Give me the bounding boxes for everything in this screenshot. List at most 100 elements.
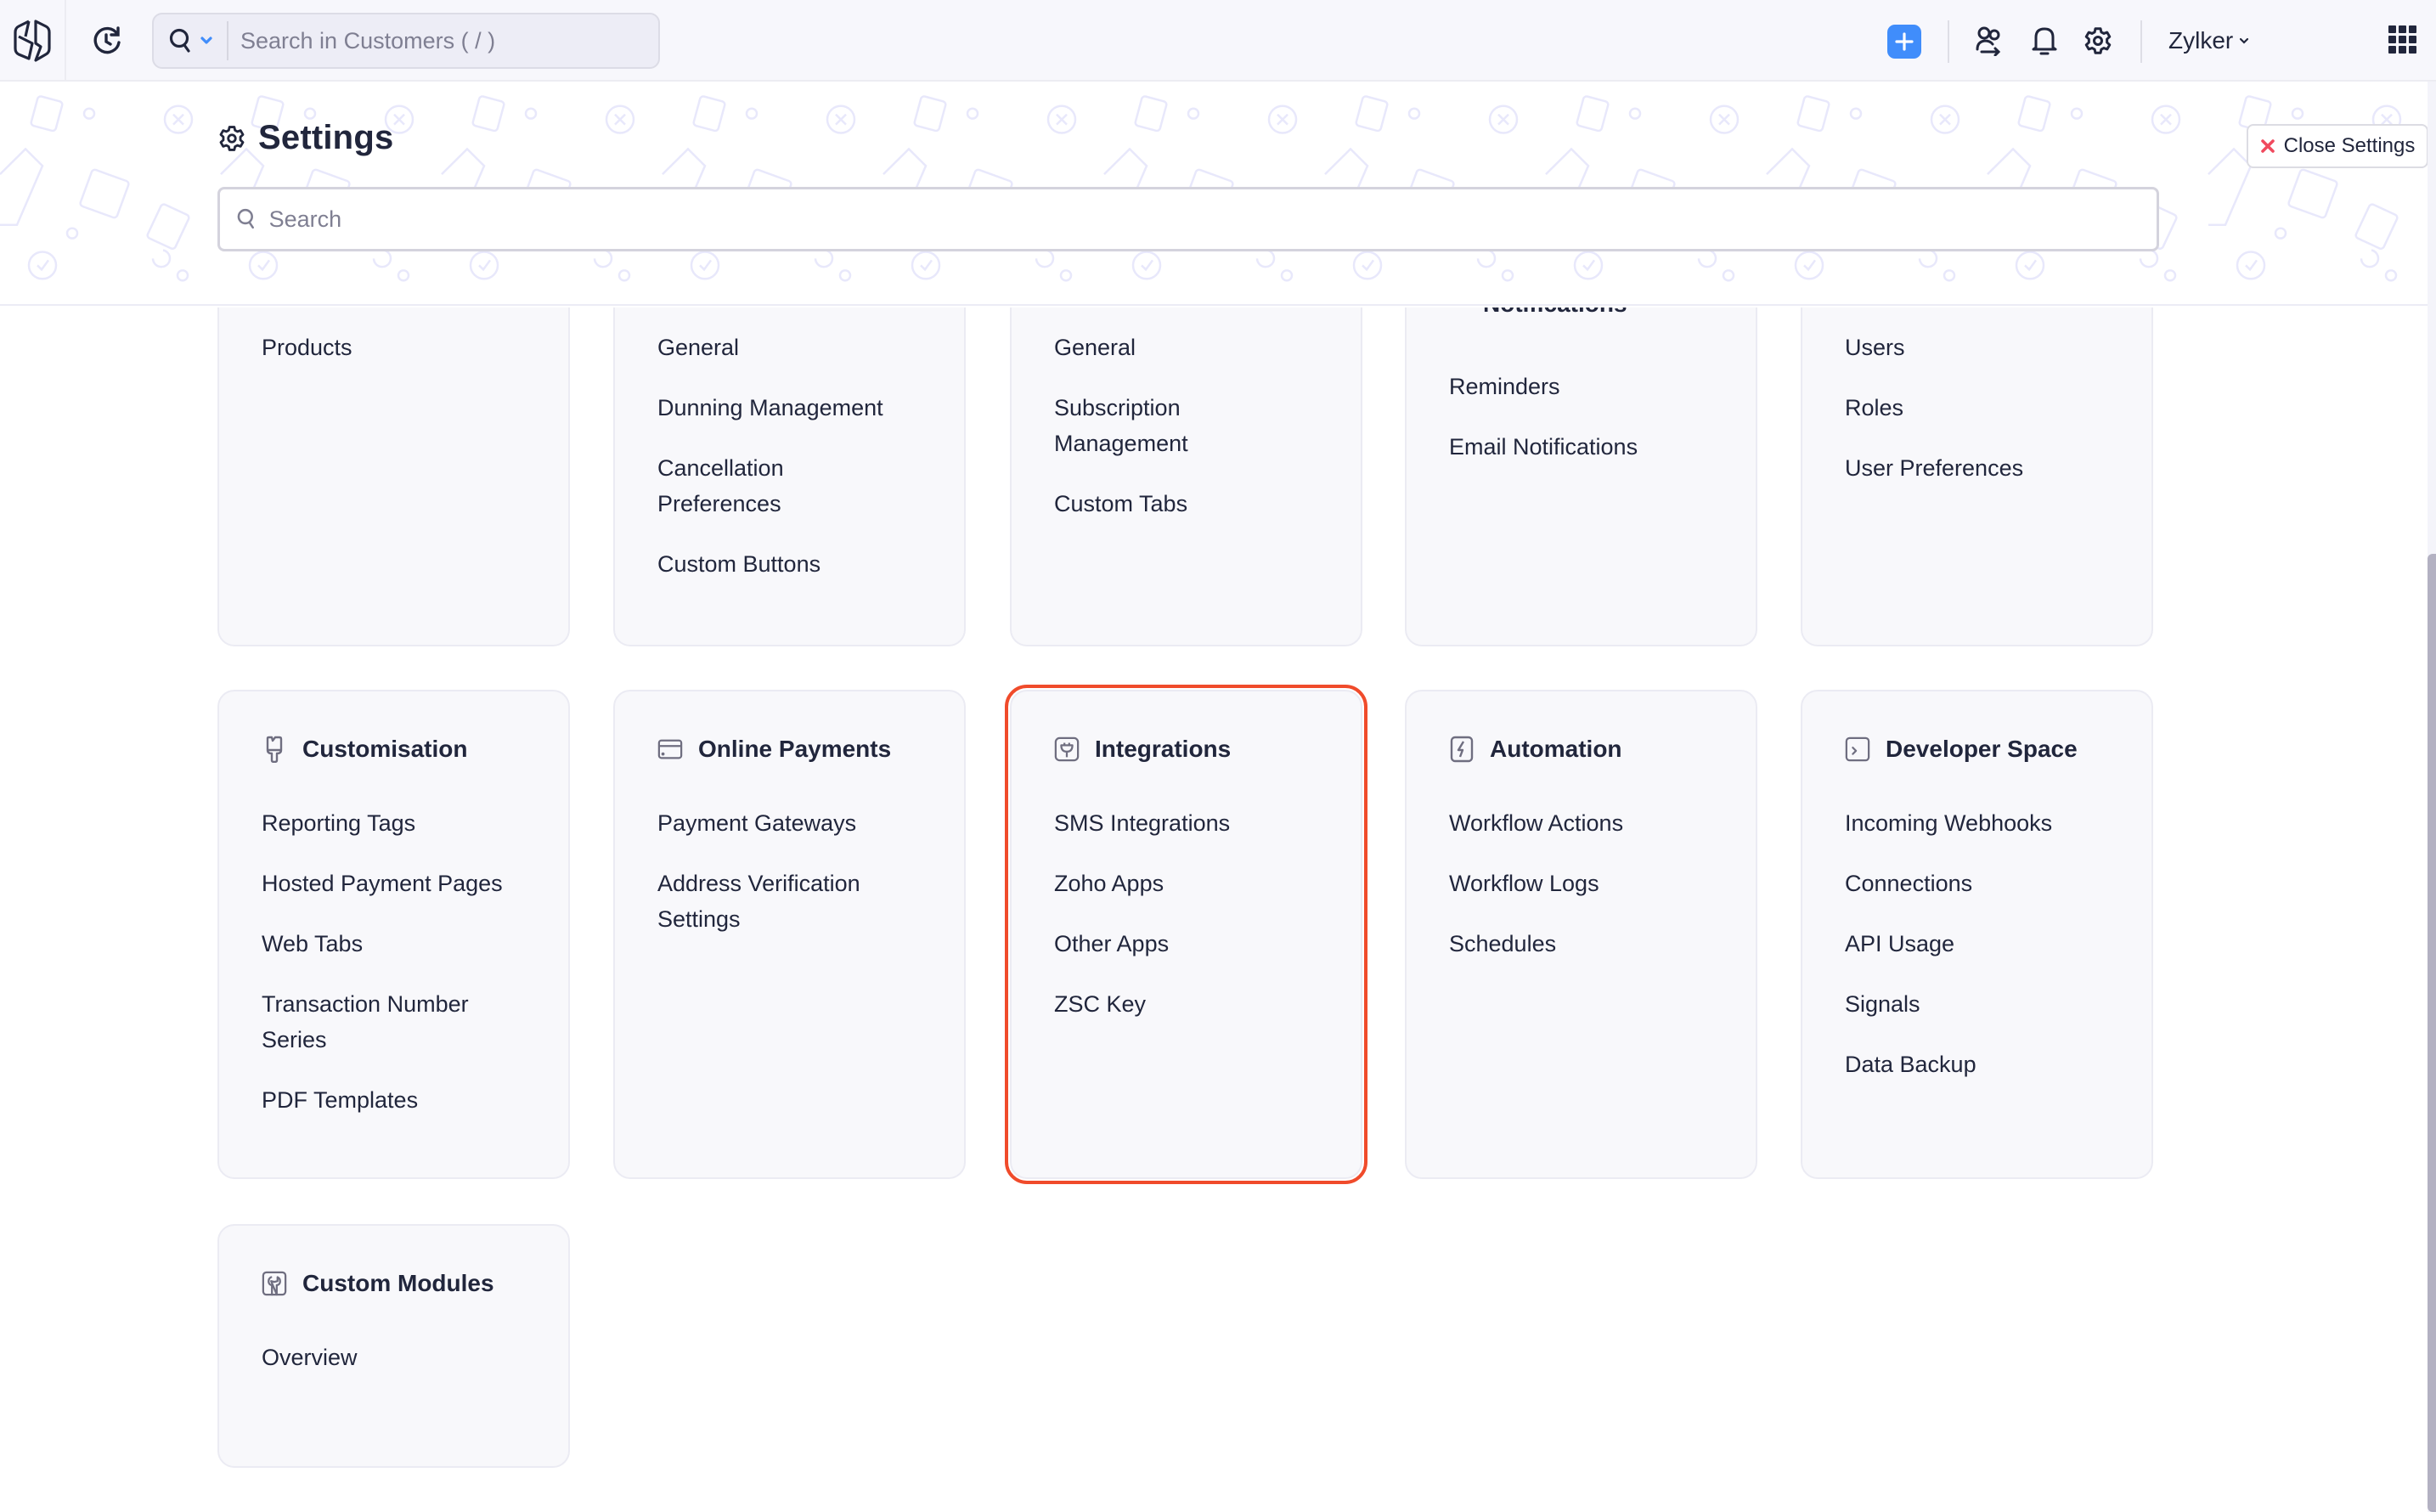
settings-link-email-notifications[interactable]: Email Notifications: [1449, 429, 1730, 465]
lightning-icon: [1449, 736, 1475, 763]
settings-link-signals[interactable]: Signals: [1845, 986, 2126, 1022]
settings-link-pdf-templates[interactable]: PDF Templates: [262, 1082, 543, 1118]
wrench-icon: [262, 1271, 287, 1296]
settings-link-reminders[interactable]: Reminders: [1449, 369, 1730, 404]
settings-link-workflow-logs[interactable]: Workflow Logs: [1449, 866, 1730, 901]
notifications-button[interactable]: [2027, 24, 2061, 58]
settings-card-items: Incoming Webhooks Connections API Usage …: [1845, 805, 2126, 1107]
settings-link-address-verification-settings[interactable]: Address Verification Settings: [657, 866, 895, 937]
settings-card-customisation: Customisation Reporting Tags Hosted Paym…: [217, 690, 570, 1179]
settings-card-heading: Customisation: [302, 736, 468, 762]
global-search-input[interactable]: [228, 27, 658, 54]
scrollbar-thumb[interactable]: [2428, 553, 2436, 1512]
search-icon: [237, 208, 254, 229]
settings-link-dunning-management[interactable]: Dunning Management: [657, 390, 939, 426]
settings-card-header: Developer Space: [1845, 736, 2078, 763]
organization-switcher[interactable]: Zylker: [2168, 24, 2250, 58]
settings-card-header: Automation: [1449, 736, 1622, 763]
settings-link-general[interactable]: General: [1054, 330, 1335, 365]
close-settings-button[interactable]: Close Settings: [2247, 124, 2428, 168]
settings-link-custom-buttons[interactable]: Custom Buttons: [657, 546, 939, 582]
settings-card: Products: [217, 307, 570, 646]
settings-link-data-backup[interactable]: Data Backup: [1845, 1047, 2126, 1082]
chevron-down-icon: [2240, 37, 2249, 44]
settings-card-heading: Online Payments: [698, 736, 892, 762]
settings-link-connections[interactable]: Connections: [1845, 866, 2126, 901]
settings-card-heading: Notifications: [1483, 307, 1627, 318]
settings-card-items: Reporting Tags Hosted Payment Pages Web …: [262, 805, 543, 1142]
settings-card-items: Workflow Actions Workflow Logs Schedules: [1449, 805, 1730, 986]
settings-card-developer-space: Developer Space Incoming Webhooks Connec…: [1801, 690, 2153, 1179]
page-scrollbar[interactable]: [2428, 82, 2436, 1512]
settings-card: Users Roles User Preferences: [1801, 307, 2153, 646]
settings-link-users[interactable]: Users: [1845, 330, 2126, 365]
team-icon: [1976, 26, 2001, 56]
settings-card-items: Payment Gateways Address Verification Se…: [657, 805, 939, 962]
settings-link-payment-gateways[interactable]: Payment Gateways: [657, 805, 939, 841]
quick-create-button[interactable]: [1887, 25, 1921, 59]
divider: [2140, 20, 2142, 63]
bell-icon: [2032, 27, 2057, 55]
settings-card-items: Products: [262, 330, 543, 390]
settings-card-automation: Automation Workflow Actions Workflow Log…: [1405, 690, 1757, 1179]
recent-history-button[interactable]: [88, 22, 126, 59]
settings-card: General Dunning Management Cancellation …: [613, 307, 966, 646]
settings-link-incoming-webhooks[interactable]: Incoming Webhooks: [1845, 805, 2126, 841]
close-settings-label: Close Settings: [2283, 134, 2416, 157]
app-grid-icon[interactable]: [2388, 25, 2417, 54]
settings-link-web-tabs[interactable]: Web Tabs: [262, 926, 543, 962]
app-logo[interactable]: [0, 0, 66, 82]
settings-card-items: General Subscription Management Custom T…: [1054, 330, 1335, 546]
settings-card-items: Overview: [262, 1340, 543, 1400]
settings-card-heading: Developer Space: [1886, 736, 2078, 762]
settings-link-other-apps[interactable]: Other Apps: [1054, 926, 1335, 962]
settings-card-items: Users Roles User Preferences: [1845, 330, 2126, 511]
settings-card-notifications: Notifications Reminders Email Notificati…: [1405, 307, 1757, 646]
settings-link-roles[interactable]: Roles: [1845, 390, 2126, 426]
recent-history-icon: [93, 26, 121, 54]
settings-card-heading: Automation: [1490, 736, 1622, 762]
chevron-down-icon: [200, 37, 212, 44]
settings-link-cancellation-preferences[interactable]: Cancellation Preferences: [657, 450, 878, 522]
settings-card-header: Integrations: [1054, 736, 1231, 763]
settings-card-custom-modules: Custom Modules Overview: [217, 1224, 570, 1468]
settings-link-custom-tabs[interactable]: Custom Tabs: [1054, 486, 1335, 522]
settings-sections: Products General Dunning Management Canc…: [0, 307, 2428, 1512]
gear-icon: [219, 125, 245, 151]
plug-icon: [1054, 736, 1080, 762]
settings-card-header: Online Payments: [657, 736, 891, 763]
settings-link-subscription-management[interactable]: Subscription Management: [1054, 390, 1258, 461]
gear-icon: [2084, 27, 2112, 54]
settings-search[interactable]: [217, 187, 2159, 251]
search-icon: [169, 28, 190, 53]
search-scope-selector[interactable]: [154, 21, 228, 60]
top-bar: Zylker: [0, 0, 2436, 82]
settings-link-products[interactable]: Products: [262, 330, 543, 365]
settings-link-workflow-actions[interactable]: Workflow Actions: [1449, 805, 1730, 841]
settings-link-general[interactable]: General: [657, 330, 939, 365]
settings-link-api-usage[interactable]: API Usage: [1845, 926, 2126, 962]
page-title: Settings: [258, 119, 394, 156]
settings-link-sms-integrations[interactable]: SMS Integrations: [1054, 805, 1335, 841]
settings-link-zsc-key[interactable]: ZSC Key: [1054, 986, 1335, 1022]
settings-card-online-payments: Online Payments Payment Gateways Address…: [613, 690, 966, 1179]
settings-link-transaction-number-series[interactable]: Transaction Number Series: [262, 986, 499, 1058]
divider: [1948, 20, 1949, 63]
settings-card-header: Custom Modules: [262, 1270, 494, 1297]
paint-brush-icon: [262, 736, 287, 763]
team-button[interactable]: [1972, 24, 2006, 58]
settings-search-input[interactable]: [268, 206, 2157, 233]
organization-name: Zylker: [2168, 27, 2234, 54]
settings-link-reporting-tags[interactable]: Reporting Tags: [262, 805, 543, 841]
settings-link-zoho-apps[interactable]: Zoho Apps: [1054, 866, 1335, 901]
settings-link-hosted-payment-pages[interactable]: Hosted Payment Pages: [262, 866, 543, 901]
settings-link-overview[interactable]: Overview: [262, 1340, 543, 1375]
global-search[interactable]: [152, 13, 660, 69]
settings-card-header: Customisation: [262, 736, 467, 763]
settings-button[interactable]: [2081, 24, 2115, 58]
settings-card-items: General Dunning Management Cancellation …: [657, 330, 939, 606]
settings-link-user-preferences[interactable]: User Preferences: [1845, 450, 2126, 486]
settings-card: General Subscription Management Custom T…: [1010, 307, 1362, 646]
settings-link-schedules[interactable]: Schedules: [1449, 926, 1730, 962]
settings-title: Settings: [217, 119, 393, 157]
